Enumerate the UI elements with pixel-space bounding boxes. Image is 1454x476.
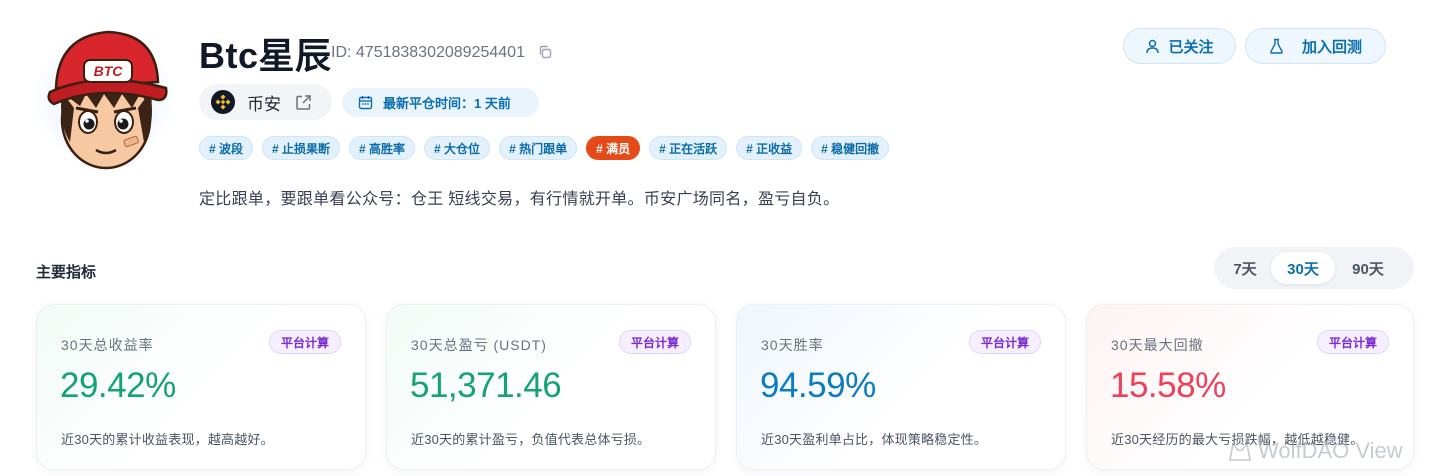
metric-value: 51,371.46 xyxy=(410,366,562,405)
user-icon xyxy=(1146,39,1160,53)
tag[interactable]: # 正收益 xyxy=(736,136,803,160)
metric-value: 29.42% xyxy=(60,366,176,405)
metric-label: 30天总盈亏 (USDT) xyxy=(411,337,547,353)
trader-name: Btc星辰 xyxy=(199,35,332,76)
backtest-label: 加入回测 xyxy=(1301,38,1362,56)
platform-badge: 平台计算 xyxy=(1316,330,1389,354)
metric-value: 94.59% xyxy=(760,366,876,405)
platform-badge: 平台计算 xyxy=(618,330,691,354)
tag[interactable]: # 热门跟单 xyxy=(499,136,578,160)
avatar[interactable]: BTC xyxy=(34,18,174,170)
platform-badge: 平台计算 xyxy=(968,330,1041,354)
follow-label: 已关注 xyxy=(1168,38,1214,56)
watermark: WolfDAO View xyxy=(1228,438,1403,464)
metric-label: 30天总收益率 xyxy=(61,337,154,353)
follow-button[interactable]: 已关注 xyxy=(1123,28,1236,64)
metrics-title: 主要指标 xyxy=(36,264,97,281)
tag[interactable]: # 高胜率 xyxy=(349,136,416,160)
metric-card-return: 30天总收益率 平台计算 29.42% 近30天的累计收益表现，越高越好。 xyxy=(36,304,366,470)
exchange-chip[interactable]: 币安 xyxy=(199,84,332,120)
metric-note: 近30天的累计盈亏，负值代表总体亏损。 xyxy=(411,432,651,447)
external-link-icon[interactable] xyxy=(295,94,312,111)
tag[interactable]: # 正在活跃 xyxy=(649,136,728,160)
range-90d-button[interactable]: 90天 xyxy=(1335,252,1401,284)
wolf-logo-icon xyxy=(1229,442,1251,461)
range-selector: 7天 30天 90天 xyxy=(1214,247,1414,289)
trader-id: ID: 4751838302089254401 xyxy=(331,44,525,61)
metric-card-winrate: 30天胜率 平台计算 94.59% 近30天盈利单占比，体现策略稳定性。 xyxy=(736,304,1066,470)
tag[interactable]: # 大仓位 xyxy=(424,136,491,160)
watermark-text: WolfDAO View xyxy=(1258,438,1403,463)
metric-note: 近30天盈利单占比，体现策略稳定性。 xyxy=(761,432,988,447)
binance-icon xyxy=(211,90,235,114)
tag[interactable]: # 止损果断 xyxy=(262,136,341,160)
metric-value: 15.58% xyxy=(1110,366,1226,405)
metric-label: 30天胜率 xyxy=(761,337,824,353)
svg-text:BTC: BTC xyxy=(94,63,124,79)
range-30d-button[interactable]: 30天 xyxy=(1271,252,1335,284)
latest-close-chip: 最新平仓时间：1 天前 xyxy=(342,88,539,117)
tag-list: # 波段 # 止损果断 # 高胜率 # 大仓位 # 热门跟单 # 满员 # 正在… xyxy=(199,136,890,160)
metric-note: 近30天的累计收益表现，越高越好。 xyxy=(61,432,274,447)
platform-badge: 平台计算 xyxy=(268,330,341,354)
tag[interactable]: # 波段 xyxy=(199,136,254,160)
exchange-name: 币安 xyxy=(247,94,281,114)
metric-card-pnl: 30天总盈亏 (USDT) 平台计算 51,371.46 近30天的累计盈亏，负… xyxy=(386,304,716,470)
flask-icon xyxy=(1270,38,1283,54)
avatar-illustration: BTC xyxy=(47,30,168,170)
tag-full[interactable]: # 满员 xyxy=(586,136,641,160)
tag[interactable]: # 稳健回撤 xyxy=(811,136,890,160)
calendar-icon xyxy=(358,96,373,110)
latest-close-text: 最新平仓时间：1 天前 xyxy=(383,96,511,111)
range-7d-button[interactable]: 7天 xyxy=(1219,252,1271,284)
trader-description: 定比跟单，要跟单看公众号：仓王 短线交易，有行情就开单。币安广场同名，盈亏自负。 xyxy=(199,191,840,208)
add-backtest-button[interactable]: 加入回测 xyxy=(1245,28,1386,64)
copy-icon[interactable] xyxy=(538,45,552,59)
metric-label: 30天最大回撤 xyxy=(1111,337,1204,353)
